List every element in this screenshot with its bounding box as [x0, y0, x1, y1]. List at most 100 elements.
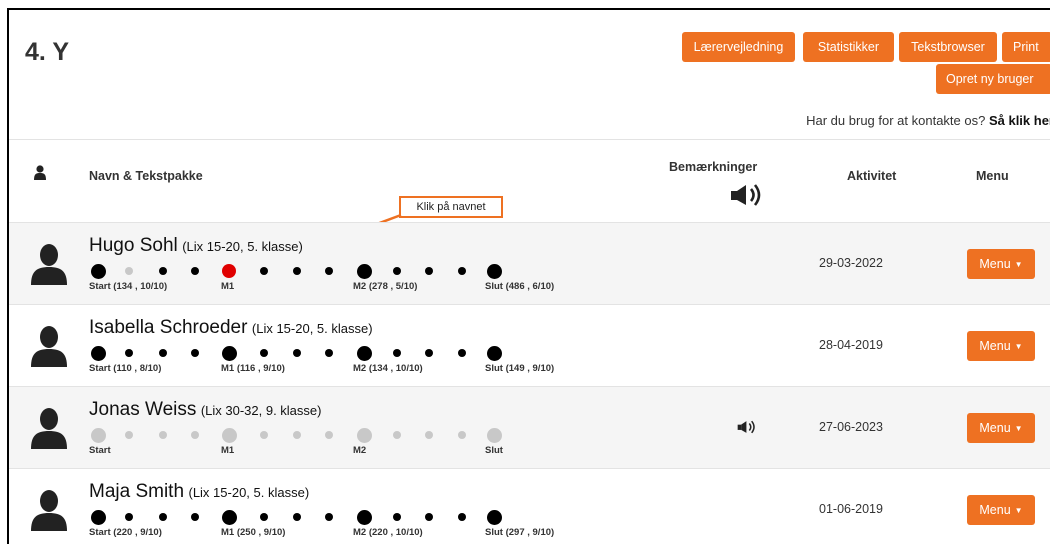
milestone-title: Start — [89, 281, 111, 292]
progress-dot — [486, 427, 502, 443]
progress-dot — [356, 427, 372, 443]
user-icon — [34, 165, 46, 180]
student-name[interactable]: Maja Smith — [89, 481, 184, 502]
print-button[interactable]: Print — [1002, 32, 1050, 62]
column-header-name: Navn & Tekstpakke — [89, 169, 203, 183]
student-name-line[interactable]: Hugo Sohl (Lix 15-20, 5. klasse) — [89, 235, 303, 257]
milestone-label: Start (134 , 10/10) — [89, 281, 167, 292]
progress-dot — [90, 509, 106, 525]
progress-dot — [159, 267, 167, 275]
progress-dot — [125, 431, 133, 439]
milestone-detail: (116 , 9/10) — [234, 363, 285, 374]
activity-date: 01-06-2019 — [819, 502, 883, 516]
milestone-label: M1 — [221, 445, 234, 456]
table-row: Maja Smith (Lix 15-20, 5. klasse) 01-06-2… — [9, 468, 1050, 544]
caret-down-icon: ▼ — [1014, 423, 1023, 433]
progress-dot — [425, 267, 433, 275]
milestone-label: Slut (297 , 9/10) — [485, 527, 554, 538]
progress-dot — [458, 513, 466, 521]
milestone-detail: (250 , 9/10) — [234, 527, 286, 538]
milestone-title: M1 — [221, 281, 235, 292]
progress-dot — [222, 264, 236, 278]
progress-dot — [90, 263, 106, 279]
user-silhouette-icon — [31, 326, 67, 367]
student-name-line[interactable]: Jonas Weiss (Lix 30-32, 9. klasse) — [89, 399, 321, 421]
progress-dot — [159, 431, 167, 439]
speaker-icon[interactable] — [736, 420, 758, 434]
contact-line: Har du brug for at kontakte os? Så klik … — [806, 113, 1050, 128]
milestone-title: Slut — [485, 527, 503, 538]
progress-dot — [356, 509, 372, 525]
milestone-label: M1 — [221, 281, 234, 292]
student-name[interactable]: Hugo Sohl — [89, 235, 178, 256]
progress-dot — [260, 267, 268, 275]
user-silhouette-icon — [31, 490, 67, 531]
contact-link[interactable]: Så klik her — [989, 113, 1050, 128]
contact-text: Har du brug for at kontakte os? — [806, 113, 989, 128]
progress-dot — [393, 349, 401, 357]
progress-dot — [486, 345, 502, 361]
row-menu-button[interactable]: Menu ▼ — [967, 331, 1035, 361]
milestone-title: M2 — [353, 363, 367, 374]
progress-dot — [293, 513, 301, 521]
progress-dot — [260, 431, 268, 439]
table-row: Hugo Sohl (Lix 15-20, 5. klasse) 29-03-20… — [9, 222, 1050, 304]
row-menu-button[interactable]: Menu ▼ — [967, 495, 1035, 525]
milestone-label: M2 — [353, 445, 366, 456]
textbrowser-button[interactable]: Tekstbrowser — [899, 32, 997, 62]
milestone-detail: (134 , 10/10) — [366, 363, 423, 374]
caret-down-icon: ▼ — [1014, 341, 1023, 351]
progress-dot — [393, 513, 401, 521]
progress-dot — [221, 509, 237, 525]
menu-label: Menu — [979, 257, 1011, 271]
statistics-button[interactable]: Statistikker — [803, 32, 894, 62]
progress-dot — [325, 349, 333, 357]
create-user-button[interactable]: Opret ny bruger — [936, 64, 1050, 94]
progress-dot — [356, 345, 372, 361]
progress-dot — [356, 263, 372, 279]
speaker-icon[interactable] — [729, 183, 765, 207]
student-name-line[interactable]: Maja Smith (Lix 15-20, 5. klasse) — [89, 481, 309, 503]
text-package: (Lix 15-20, 5. klasse) — [182, 239, 303, 254]
teacher-guide-button[interactable]: Lærervejledning — [682, 32, 795, 62]
progress-dot — [293, 267, 301, 275]
milestone-title: M1 — [221, 527, 235, 538]
milestone-label: M2 (220 , 10/10) — [353, 527, 423, 538]
class-overview: 4. Y Lærervejledning Statistikker Tekstb… — [7, 8, 1050, 544]
milestone-label: M1 (116 , 9/10) — [221, 363, 285, 374]
student-name[interactable]: Isabella Schroeder — [89, 317, 247, 338]
milestone-label: Start (110 , 8/10) — [89, 363, 161, 374]
milestone-label: Start (220 , 9/10) — [89, 527, 162, 538]
milestone-title: Start — [89, 445, 111, 456]
progress-dot — [221, 427, 237, 443]
milestone-label: Slut (149 , 9/10) — [485, 363, 554, 374]
milestone-detail: (134 , 10/10) — [110, 281, 168, 292]
progress-dots — [89, 423, 509, 445]
column-header-menu: Menu — [976, 169, 1009, 183]
header-divider — [9, 139, 1050, 140]
progress-dot — [125, 349, 133, 357]
milestone-label: M2 (278 , 5/10) — [353, 281, 417, 292]
activity-date: 27-06-2023 — [819, 420, 883, 434]
row-menu-button[interactable]: Menu ▼ — [967, 249, 1035, 279]
user-silhouette-icon — [31, 408, 67, 449]
student-name[interactable]: Jonas Weiss — [89, 399, 196, 420]
milestone-label: Start — [89, 445, 111, 456]
milestone-detail: (486 , 6/10) — [502, 281, 555, 292]
milestone-label: M2 (134 , 10/10) — [353, 363, 423, 374]
milestone-title: M1 — [221, 363, 235, 374]
progress-dot — [90, 345, 106, 361]
activity-date: 29-03-2022 — [819, 256, 883, 270]
table-row: Jonas Weiss (Lix 30-32, 9. klasse) 27-06-… — [9, 386, 1050, 468]
milestone-detail: (110 , 8/10) — [110, 363, 162, 374]
milestone-label: Slut (486 , 6/10) — [485, 281, 554, 292]
milestone-detail: (220 , 9/10) — [110, 527, 162, 538]
column-header-activity: Aktivitet — [847, 169, 897, 183]
progress-dot — [458, 431, 466, 439]
activity-date: 28-04-2019 — [819, 338, 883, 352]
progress-dot — [125, 267, 133, 275]
progress-dot — [191, 267, 199, 275]
row-menu-button[interactable]: Menu ▼ — [967, 413, 1035, 443]
milestone-title: Slut — [485, 363, 503, 374]
student-name-line[interactable]: Isabella Schroeder (Lix 15-20, 5. klasse… — [89, 317, 373, 339]
